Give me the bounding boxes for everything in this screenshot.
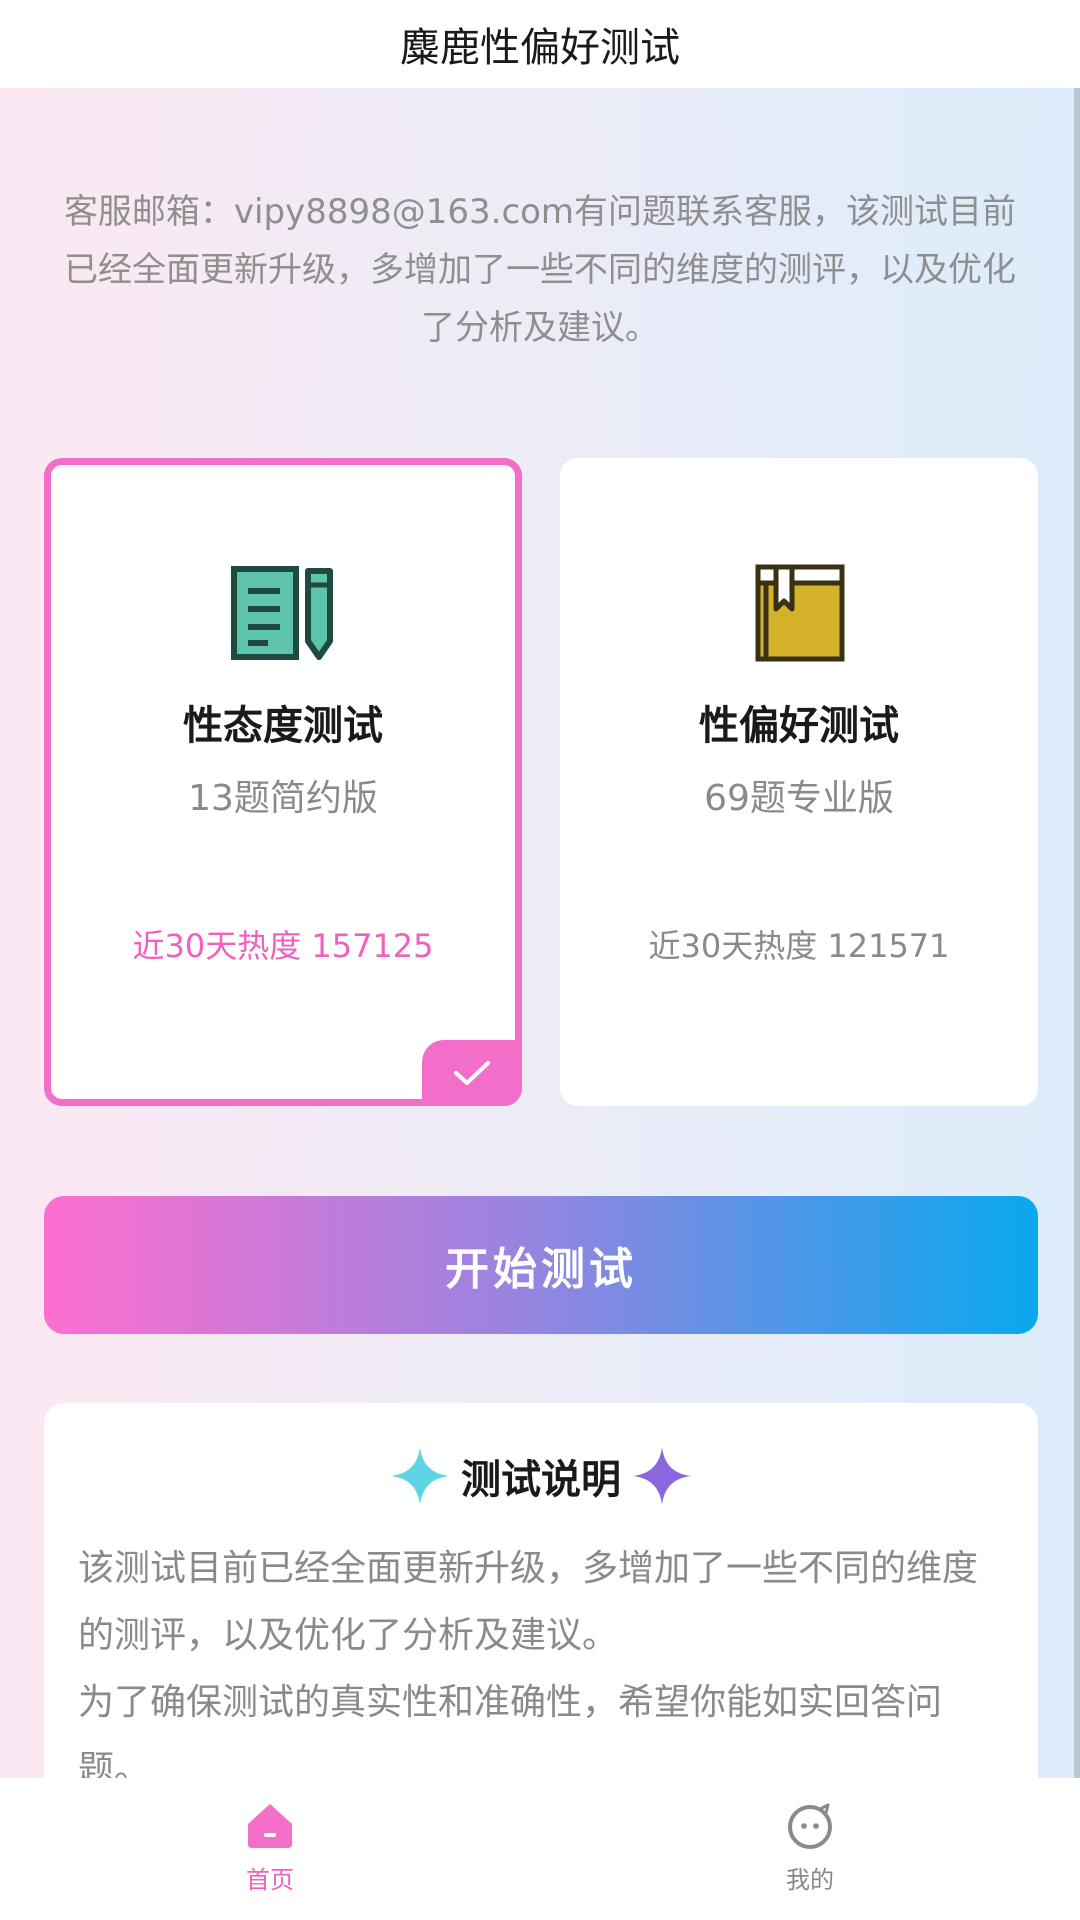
main-content[interactable]: 客服邮箱：vipy8898@163.com有问题联系客服，该测试目前已经全面更新… — [0, 88, 1080, 1920]
tab-home[interactable]: 首页 — [0, 1778, 540, 1920]
home-icon — [248, 1804, 292, 1848]
tab-label: 我的 — [786, 1866, 834, 1894]
card-title: 性偏好测试 — [699, 703, 899, 749]
app-header: 麋鹿性偏好测试 — [0, 0, 1080, 88]
description-body: 该测试目前已经全面更新升级，多增加了一些不同的维度的测评，以及优化了分析及建议。… — [78, 1535, 1008, 1803]
sparkle-icon — [391, 1447, 449, 1505]
sparkle-icon — [633, 1447, 691, 1505]
description-paragraph: 该测试目前已经全面更新升级，多增加了一些不同的维度的测评，以及优化了分析及建议。 — [78, 1548, 979, 1656]
test-card-preference[interactable]: 性偏好测试 69题专业版 近30天热度 121571 — [560, 458, 1038, 1106]
checkmark-icon — [454, 1061, 490, 1085]
start-test-button[interactable]: 开始测试 — [44, 1196, 1038, 1334]
card-title: 性态度测试 — [183, 703, 383, 749]
card-subtitle: 13题简约版 — [188, 778, 378, 819]
card-subtitle: 69题专业版 — [704, 778, 894, 819]
bottom-tab-bar: 首页 我的 — [0, 1778, 1080, 1920]
description-header: 测试说明 — [44, 1445, 1038, 1507]
selected-check-badge — [422, 1040, 522, 1106]
tab-label: 首页 — [246, 1866, 294, 1894]
smiley-icon — [788, 1803, 832, 1849]
notes-pencil-icon — [231, 566, 333, 660]
page-title: 麋鹿性偏好测试 — [400, 25, 680, 71]
description-title: 测试说明 — [461, 1457, 621, 1503]
test-card-attitude[interactable]: 性态度测试 13题简约版 近30天热度 157125 — [44, 458, 522, 1106]
tab-mine[interactable]: 我的 — [540, 1778, 1080, 1920]
card-heat: 近30天热度 121571 — [648, 927, 950, 965]
customer-service-notice: 客服邮箱：vipy8898@163.com有问题联系客服，该测试目前已经全面更新… — [63, 192, 1017, 348]
card-heat: 近30天热度 157125 — [132, 927, 434, 965]
scrollbar[interactable] — [1074, 88, 1080, 1778]
bookmark-book-icon — [755, 564, 845, 662]
